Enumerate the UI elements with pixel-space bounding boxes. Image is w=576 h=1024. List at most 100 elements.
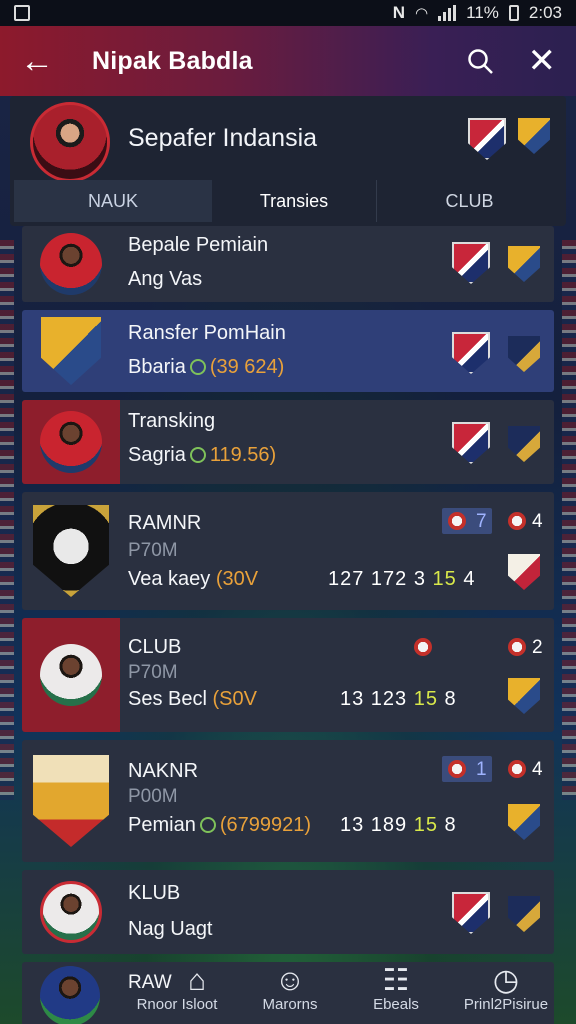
app-title: Nipak Babdla xyxy=(92,46,253,75)
list-item[interactable]: RAMNR P70M Vea kaey (30V 127 172 3 15 4 … xyxy=(22,492,554,610)
player-name: Bbaria xyxy=(128,356,186,378)
stats-end: 8 xyxy=(444,814,457,836)
player-name: Vea kaey xyxy=(128,568,211,590)
stadium-crowd-left xyxy=(0,240,14,800)
stats-highlight: 15 xyxy=(413,688,438,710)
club-crest-icon xyxy=(452,422,490,464)
tab-club[interactable]: CLUB xyxy=(376,180,562,222)
item-subtitle: Vea kaey (30V xyxy=(128,568,258,591)
stats-main: 13 189 xyxy=(340,814,408,836)
ball-icon xyxy=(448,760,466,778)
player-avatar xyxy=(40,966,100,1024)
ball-icon xyxy=(508,638,526,656)
transfer-amount: (6799921) xyxy=(219,814,311,836)
chip-number: 1 xyxy=(476,759,487,780)
player-avatar xyxy=(40,233,102,295)
item-title: KLUB xyxy=(128,882,181,904)
player-avatar xyxy=(40,411,102,473)
club-crest-icon xyxy=(508,804,540,840)
club-crest-icon xyxy=(508,336,540,372)
stats-values: 127 172 3 15 4 xyxy=(328,568,475,591)
profile-title: Sepafer Indansia xyxy=(128,124,318,152)
item-title: Transking xyxy=(128,410,216,432)
stats-values: 13 189 15 8 xyxy=(340,814,457,837)
stats-values: 13 123 15 8 xyxy=(340,688,457,711)
nav-label: Marorns xyxy=(262,996,318,1013)
list-item[interactable]: Ransfer PomHain Bbaria (39 624) xyxy=(22,310,554,392)
wifi-icon: ◠ xyxy=(415,5,429,22)
stats-highlight: 15 xyxy=(432,568,457,590)
item-title: Ransfer PomHain xyxy=(128,322,286,344)
coin-icon xyxy=(189,359,206,375)
item-value: P70M xyxy=(128,662,178,683)
list-item[interactable]: Bepale Pemiain Ang Vas xyxy=(22,226,554,302)
player-avatar[interactable] xyxy=(30,102,110,182)
club-crest-icon xyxy=(452,242,490,284)
ball-icon xyxy=(508,512,526,530)
tab-nauk[interactable]: NAUK xyxy=(14,180,212,222)
item-title: Bepale Pemiain xyxy=(128,234,269,256)
coin-icon xyxy=(189,447,206,463)
stats-highlight: 15 xyxy=(413,814,438,836)
club-crest-icon xyxy=(508,426,540,462)
nav-item-history[interactable]: ◷ Prinl2Pisirue xyxy=(458,964,554,1014)
chip-number: 7 xyxy=(476,511,487,532)
person-icon: ☺ xyxy=(274,964,306,997)
transfer-amount: 119.56) xyxy=(209,444,277,466)
list-item[interactable]: CLUB P70M Ses Becl (S0V 13 123 15 8 2 xyxy=(22,618,554,732)
club-crest-icon xyxy=(508,678,540,714)
item-value: P00M xyxy=(128,786,178,807)
arrow-left-icon[interactable]: ← xyxy=(20,44,60,78)
club-crest-icon xyxy=(452,332,490,374)
club-badge-icon xyxy=(33,505,109,597)
ball-icon xyxy=(508,760,526,778)
transfer-amount: (S0V xyxy=(212,688,257,710)
side-number: 4 xyxy=(532,759,543,780)
tab-bar: NAUK Transies CLUB xyxy=(14,180,562,222)
item-subtitle: Ses Becl (S0V xyxy=(128,688,257,711)
club-crest-icon xyxy=(508,896,540,932)
nfc-icon: N xyxy=(392,3,406,22)
profile-panel: Sepafer Indansia NAUK Transies CLUB xyxy=(10,96,566,226)
coin-icon xyxy=(199,817,216,833)
club-crest-icon xyxy=(518,118,550,154)
close-icon[interactable]: ✕ xyxy=(528,44,557,78)
club-badge-icon xyxy=(33,755,109,847)
home-icon: ⌂ xyxy=(187,964,207,997)
item-subtitle: Pemian (6799921) xyxy=(128,814,311,837)
side-number: 2 xyxy=(532,637,543,658)
clock-time: 2:03 xyxy=(528,3,562,22)
ball-icon xyxy=(448,512,466,530)
club-crest-icon xyxy=(508,554,540,590)
stats-end: 4 xyxy=(463,568,476,590)
player-name: Sagria xyxy=(128,444,186,466)
nav-label: Rnoor Isloot xyxy=(136,996,218,1013)
nav-item-players[interactable]: ☺ Marorns xyxy=(248,964,332,1014)
transfer-amount: (30V xyxy=(215,568,259,590)
item-title: CLUB xyxy=(128,636,182,658)
player-name: Pemian xyxy=(128,814,196,836)
nav-label: Ebeals xyxy=(373,996,419,1013)
list-item[interactable]: Transking Sagria 119.56) xyxy=(22,400,554,484)
nav-item-stats[interactable]: ☷ Ebeals xyxy=(356,964,436,1014)
clock-icon: ◷ xyxy=(492,964,520,997)
battery-text: 11% xyxy=(466,3,499,22)
item-title: RAMNR xyxy=(128,512,202,534)
stats-icon: ☷ xyxy=(382,964,410,997)
tab-transies[interactable]: Transies xyxy=(212,180,376,222)
item-subtitle: Nag Uagt xyxy=(128,918,213,940)
club-crest-icon xyxy=(452,892,490,934)
stats-end: 8 xyxy=(444,688,457,710)
list-item[interactable]: NAKNR P00M Pemian (6799921) 13 189 15 8 1… xyxy=(22,740,554,862)
stadium-crowd-right xyxy=(562,240,576,800)
ball-icon xyxy=(414,638,432,656)
search-icon[interactable] xyxy=(466,47,494,75)
list-item[interactable]: KLUB Nag Uagt xyxy=(22,870,554,954)
nav-item-home[interactable]: ⌂ Rnoor Isloot xyxy=(122,964,232,1014)
player-avatar xyxy=(40,644,102,706)
club-crest-icon xyxy=(468,118,506,160)
bottom-nav: RAW ⌂ Rnoor Isloot ☺ Marorns ☷ Ebeals ◷ … xyxy=(22,962,554,1024)
club-crest-icon xyxy=(508,246,540,282)
image-icon xyxy=(14,5,30,21)
player-avatar xyxy=(40,881,102,943)
